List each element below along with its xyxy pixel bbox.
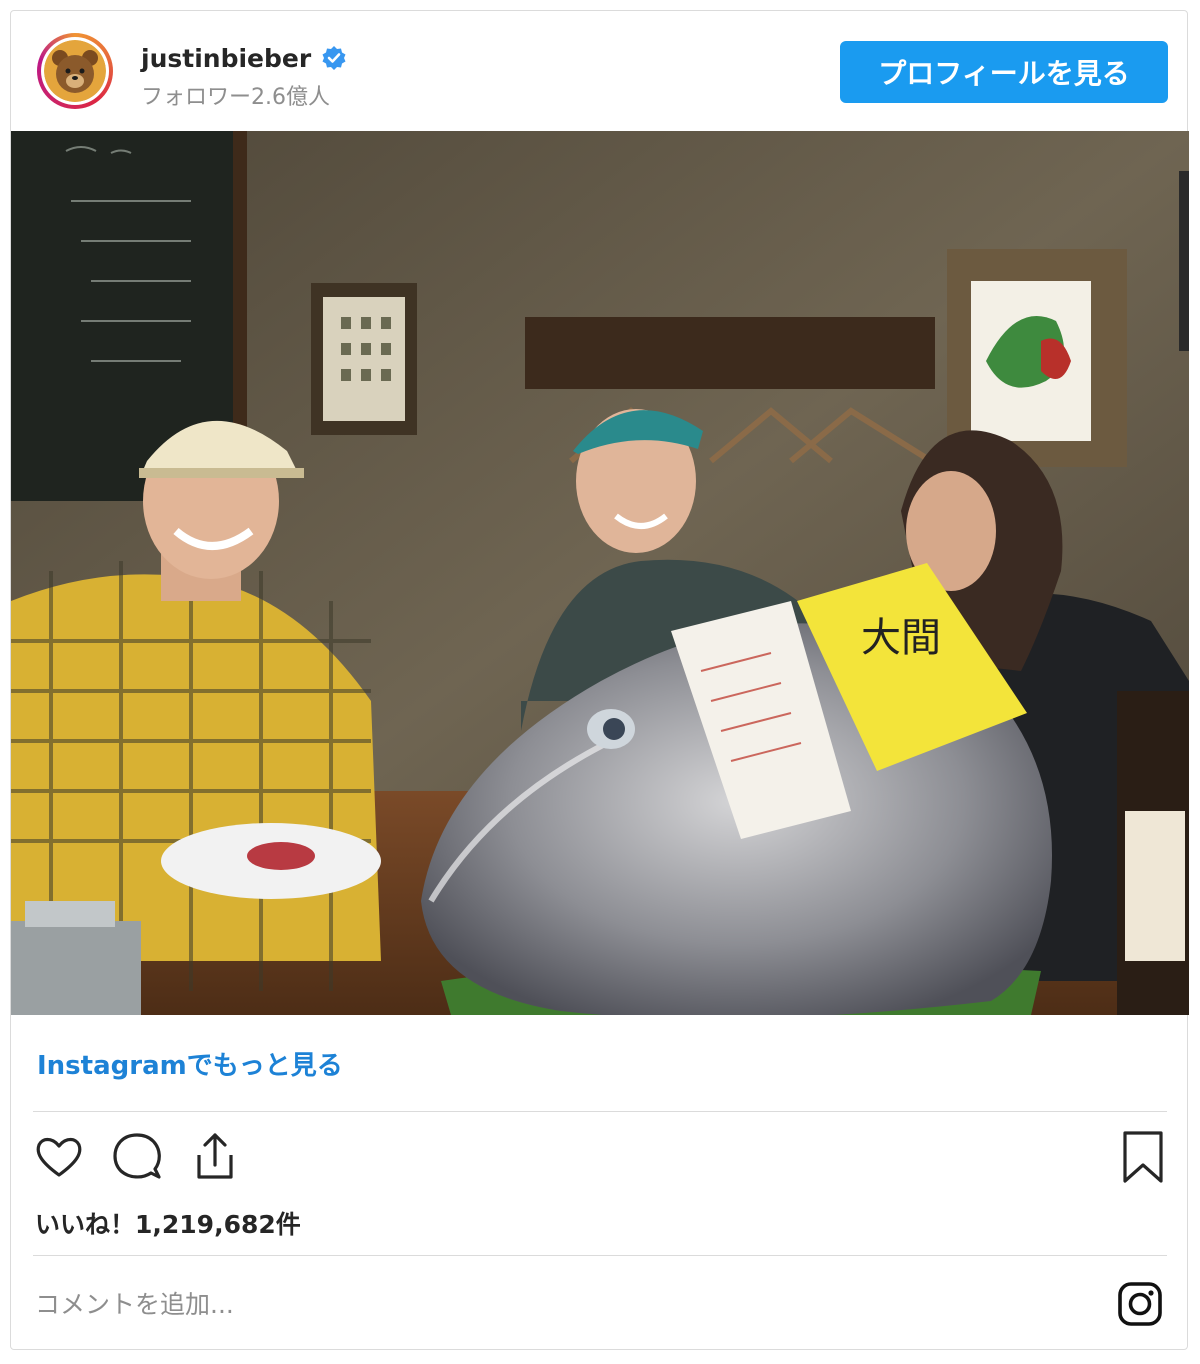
post-header: justinbieber フォロワー2.6億人 プロフィールを見る [11, 11, 1187, 131]
share-icon[interactable] [187, 1129, 243, 1185]
follower-count: フォロワー2.6億人 [141, 85, 330, 110]
bookmark-icon[interactable] [1119, 1129, 1167, 1187]
post-image[interactable]: 大間 [11, 131, 1189, 1015]
comment-icon[interactable] [109, 1131, 165, 1183]
divider [33, 1255, 1167, 1256]
like-count: いいね！1,219,682件 [35, 1210, 301, 1239]
instagram-embed-card: justinbieber フォロワー2.6億人 プロフィールを見る 大間 Ins… [10, 10, 1189, 1350]
heart-icon[interactable] [33, 1131, 85, 1183]
divider [33, 1111, 1167, 1112]
tuna-label-text: 大間 [861, 615, 941, 661]
post-photo: 大間 [11, 131, 1189, 1015]
comment-input[interactable]: コメントを追加... [35, 1283, 1095, 1323]
view-profile-button[interactable]: プロフィールを見る [840, 41, 1168, 103]
username[interactable]: justinbieber [141, 44, 311, 73]
instagram-logo-icon[interactable] [1117, 1281, 1163, 1327]
verified-badge-icon [322, 46, 346, 70]
avatar[interactable] [37, 33, 113, 109]
view-more-on-instagram-link[interactable]: Instagramでもっと見る [37, 1045, 343, 1082]
bear-avatar-icon [44, 40, 106, 102]
